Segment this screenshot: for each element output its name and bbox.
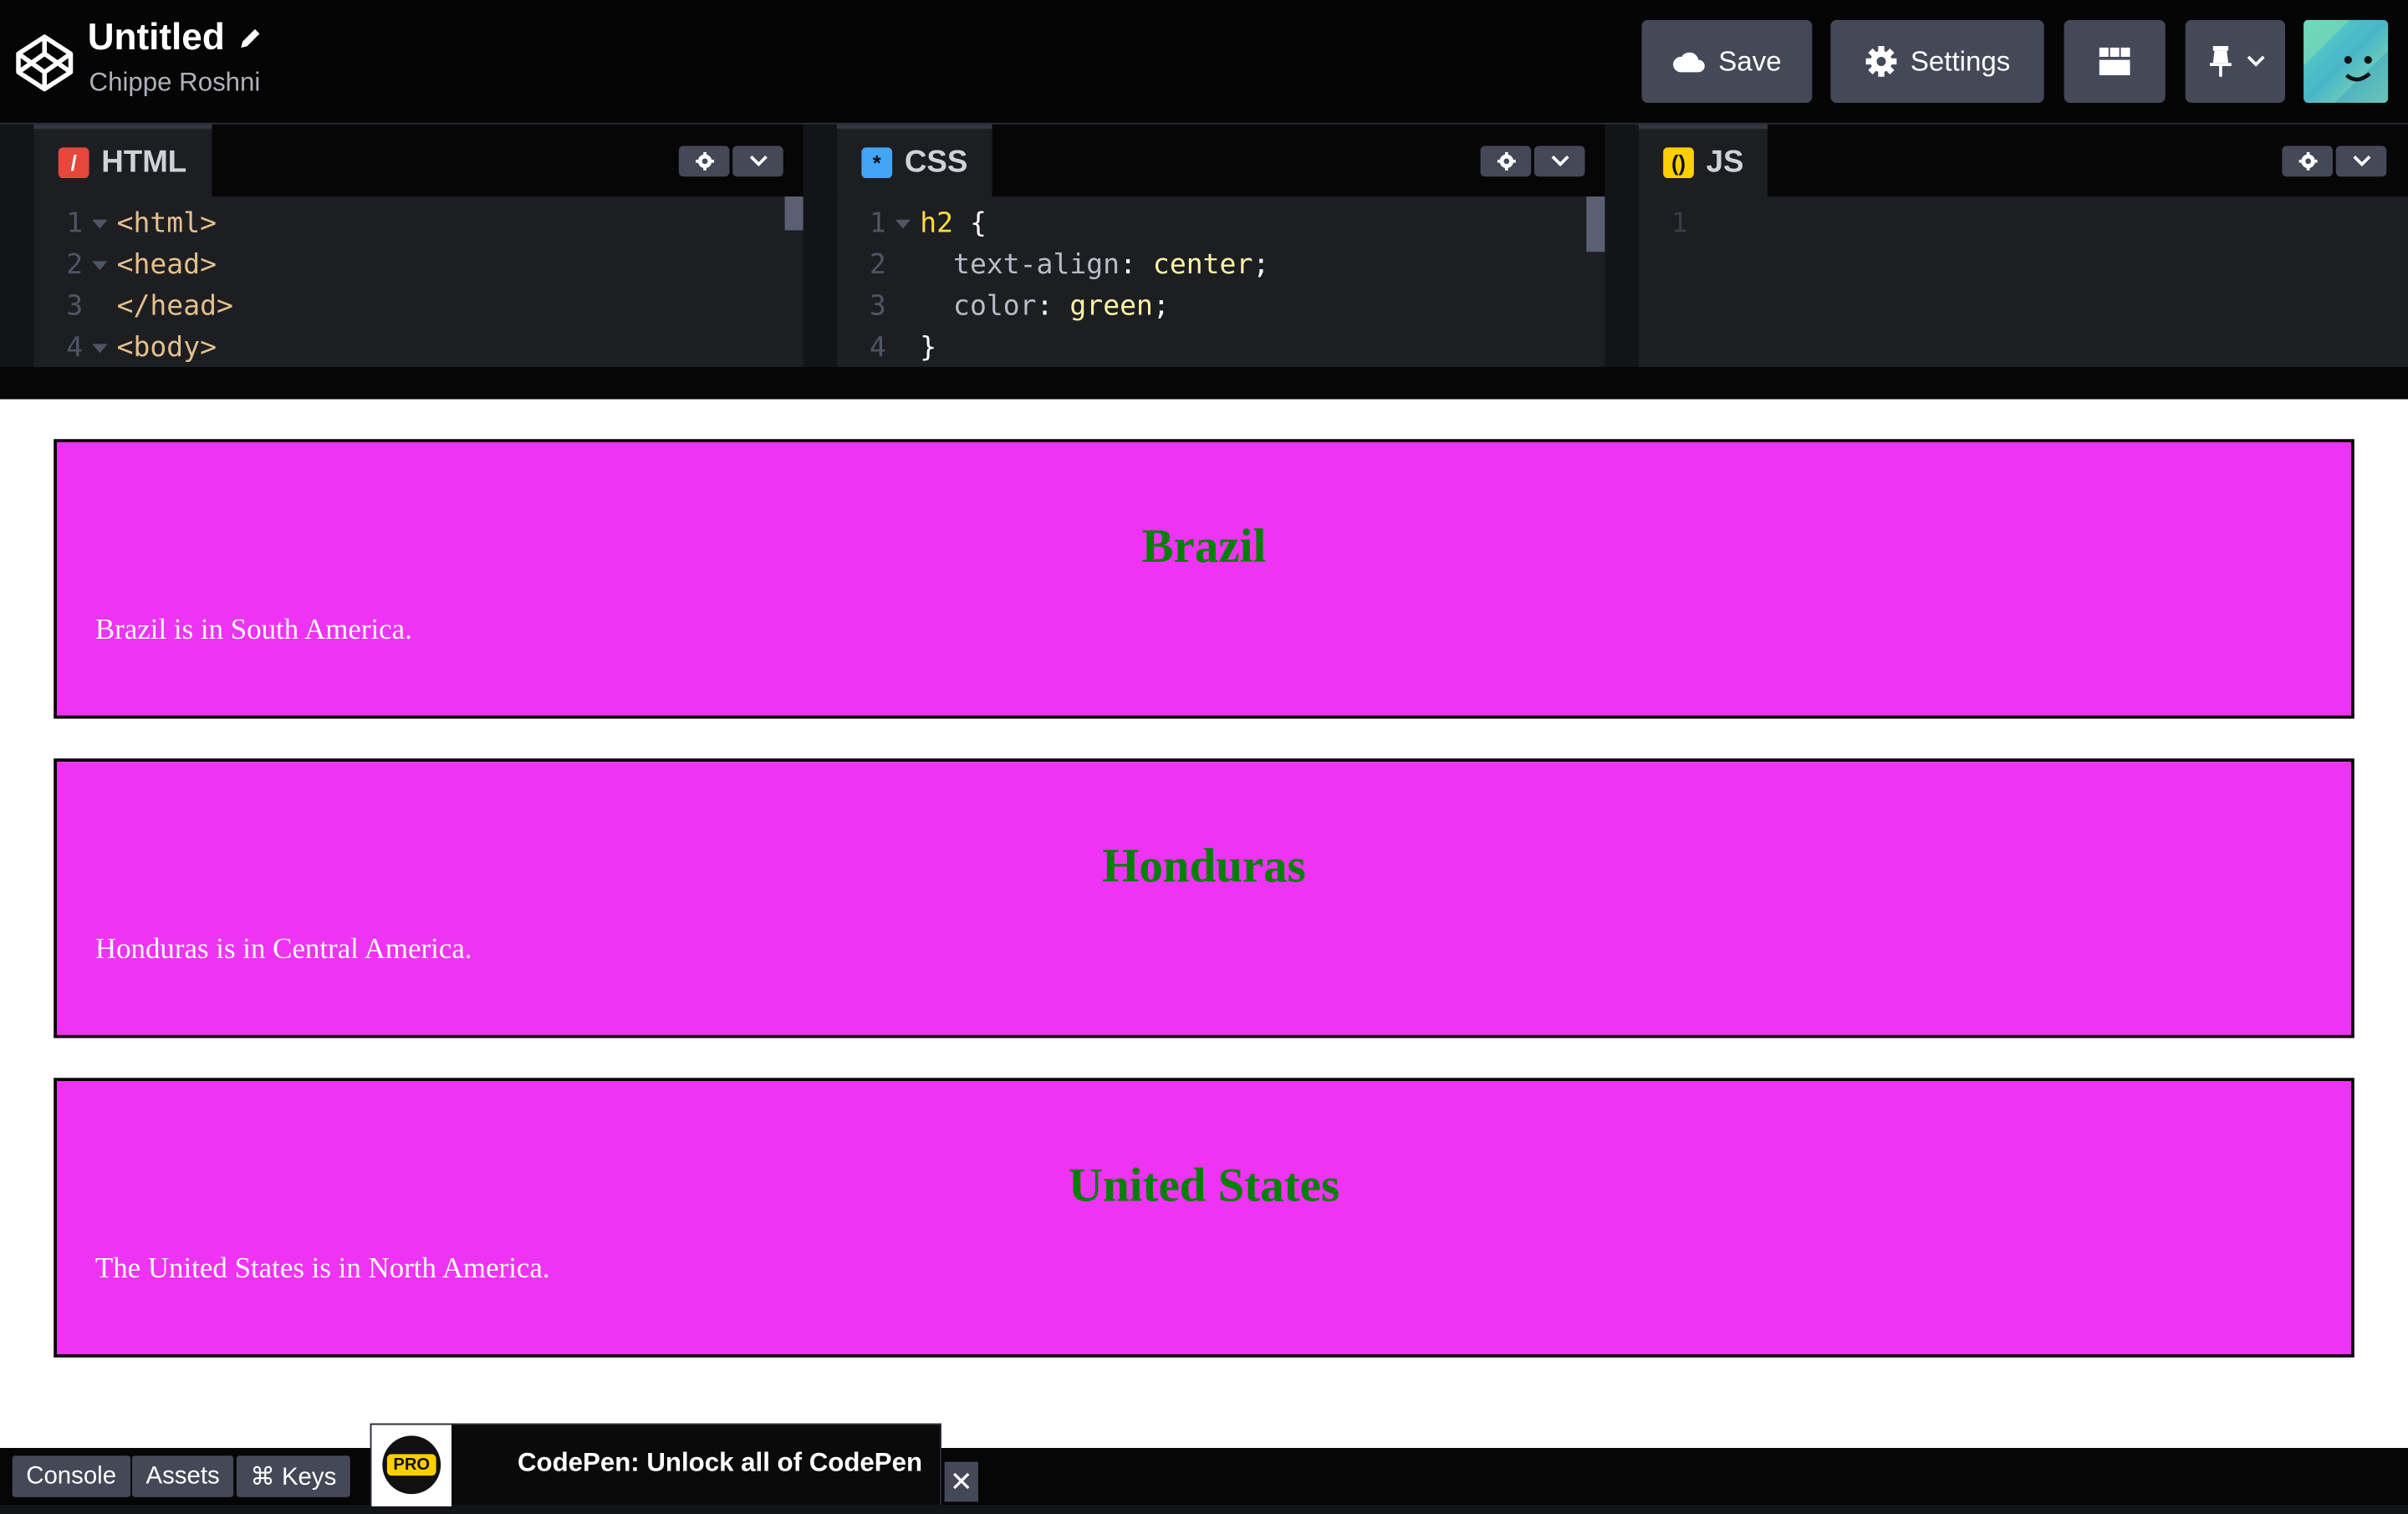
card-text: Brazil is in South America. (94, 614, 412, 647)
chevron-down-icon (748, 155, 767, 167)
code-line: <html> (116, 206, 217, 240)
line-number: 3 (66, 290, 84, 323)
code-line: h2 { (920, 202, 987, 244)
gear-icon (695, 151, 714, 171)
html-settings-button[interactable] (678, 145, 730, 177)
card-heading: Honduras (1102, 838, 1306, 893)
country-card: Honduras Honduras is in Central America. (54, 758, 2354, 1038)
code-line: text-align: center; (953, 248, 1270, 282)
js-collapse-button[interactable] (2335, 145, 2387, 177)
tab-label: HTML (101, 145, 187, 179)
css-code[interactable]: 1 h2 { 2 text-align: center; 3 color: gr… (837, 202, 1604, 367)
code-line: } (920, 331, 937, 364)
promo-text: CodePen: Unlock all of CodePen (517, 1448, 923, 1477)
css-editor[interactable]: * CSS 1 h2 { 2 text-align: center; 3 col… (837, 124, 1605, 367)
fold-arrow-icon[interactable] (92, 261, 108, 271)
pin-menu-button[interactable] (2185, 19, 2286, 104)
tab-label: JS (1706, 145, 1744, 179)
line-number: 1 (66, 206, 84, 240)
resize-handle[interactable] (0, 366, 2408, 400)
tab-js[interactable]: () JS (1638, 124, 1768, 197)
line-number: 4 (869, 331, 886, 364)
line-number: 1 (1671, 206, 1688, 240)
country-card: Brazil Brazil is in South America. (54, 439, 2354, 719)
code-line: color: green; (953, 290, 1170, 323)
keys-button[interactable]: ⌘ Keys (236, 1455, 350, 1497)
css-settings-button[interactable] (1480, 145, 1532, 177)
chevron-down-icon (2352, 155, 2370, 167)
change-view-button[interactable] (2064, 19, 2166, 104)
line-number: 2 (66, 248, 84, 282)
pin-icon (2209, 46, 2231, 77)
close-icon[interactable]: ✕ (944, 1461, 978, 1502)
pro-promo-banner[interactable]: PRO CodePen: Unlock all of CodePen (370, 1423, 941, 1506)
editor-header: * CSS (837, 124, 1605, 197)
top-bar: Untitled Chippe Roshni Save Settings (0, 0, 2408, 125)
avatar-face-icon (2303, 19, 2389, 104)
editor-header: / HTML (33, 124, 804, 197)
fold-arrow-icon[interactable] (92, 219, 108, 229)
pro-badge: PRO (371, 1425, 452, 1506)
settings-label: Settings (1910, 45, 2011, 76)
css-property: color (953, 290, 1037, 323)
fold-arrow-icon[interactable] (895, 219, 911, 229)
line-number: 2 (869, 248, 886, 282)
editor-header: () JS (1638, 124, 2408, 197)
codepen-logo-icon[interactable] (14, 33, 75, 94)
pen-title[interactable]: Untitled (88, 17, 225, 59)
layout-icon (2099, 47, 2130, 75)
author-name[interactable]: Chippe Roshni (89, 68, 261, 99)
css-selector: h2 (920, 206, 954, 240)
chevron-down-icon (2246, 55, 2264, 67)
editor-scrollbar[interactable] (784, 196, 804, 231)
gear-icon (2298, 151, 2317, 171)
card-text: Honduras is in Central America. (94, 933, 472, 966)
result-preview: Brazil Brazil is in South America. Hondu… (0, 399, 2408, 1449)
code-line: </head> (116, 290, 233, 323)
line-number: 4 (66, 331, 84, 364)
gear-icon (1865, 46, 1897, 77)
code-line: <body> (116, 331, 217, 364)
css-brace: { (969, 206, 987, 240)
html-icon: / (58, 147, 89, 179)
card-heading: Brazil (1141, 518, 1267, 573)
css-property: text-align (953, 248, 1120, 282)
editor-scrollbar[interactable] (1586, 196, 1605, 252)
tab-css[interactable]: * CSS (837, 124, 992, 197)
line-number: 1 (869, 206, 886, 240)
fold-arrow-icon[interactable] (92, 344, 108, 354)
html-code[interactable]: 1 <html> 2 <head> 3 </head> 4 <body> (33, 202, 803, 367)
css-value: center (1152, 248, 1253, 282)
save-button[interactable]: Save (1641, 19, 1813, 104)
assets-button[interactable]: Assets (131, 1455, 234, 1497)
css-collapse-button[interactable] (1533, 145, 1585, 177)
bottom-bar: Console Assets ⌘ Keys (0, 1448, 2408, 1505)
css-icon: * (861, 147, 893, 179)
html-editor[interactable]: / HTML 1 <html> 2 <head> 3 </head> 4 <bo… (33, 124, 804, 367)
editor-panes: / HTML 1 <html> 2 <head> 3 </head> 4 <bo… (0, 124, 2408, 367)
console-button[interactable]: Console (12, 1455, 130, 1497)
card-heading: United States (1068, 1157, 1340, 1212)
js-icon: () (1663, 147, 1694, 179)
save-label: Save (1718, 45, 1782, 76)
js-settings-button[interactable] (2282, 145, 2333, 177)
country-card: United States The United States is in No… (54, 1078, 2354, 1358)
js-editor[interactable]: () JS 1 (1638, 124, 2408, 367)
card-text: The United States is in North America. (94, 1252, 550, 1286)
tab-label: CSS (904, 145, 968, 179)
user-avatar[interactable] (2303, 19, 2389, 104)
gear-icon (1496, 151, 1515, 171)
cloud-icon (1673, 52, 1705, 73)
css-value: green (1069, 290, 1153, 323)
chevron-down-icon (1550, 155, 1569, 167)
pro-badge-text: PRO (393, 1455, 431, 1475)
settings-button[interactable]: Settings (1830, 19, 2044, 104)
code-line: <head> (116, 248, 217, 282)
tab-html[interactable]: / HTML (33, 124, 212, 197)
pencil-icon[interactable] (237, 24, 264, 52)
line-number: 3 (869, 290, 886, 323)
html-collapse-button[interactable] (732, 145, 783, 177)
js-code[interactable]: 1 (1639, 202, 2408, 367)
